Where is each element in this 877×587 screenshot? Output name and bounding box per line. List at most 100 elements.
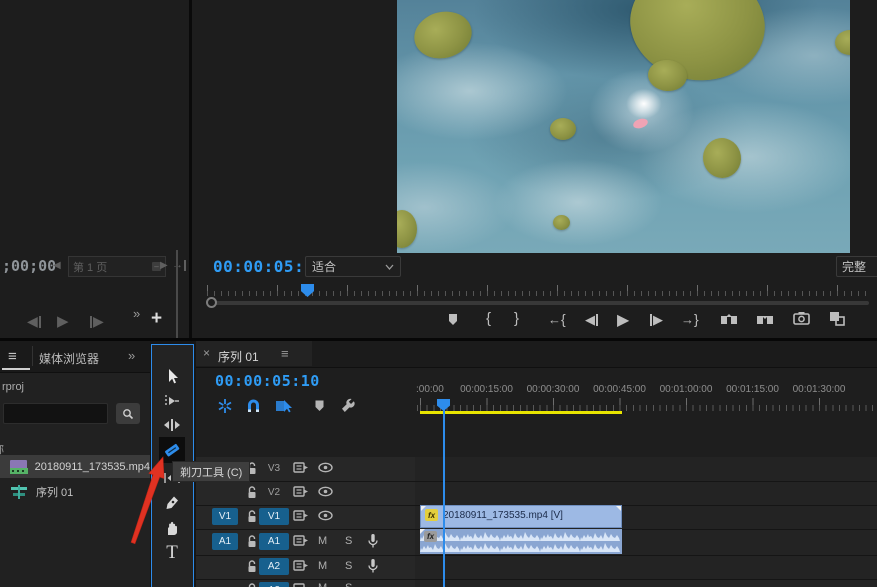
mute-button-a2[interactable]: M <box>318 560 327 572</box>
track-output-v2[interactable] <box>318 486 333 497</box>
playback-resolution-select[interactable]: 完整 <box>836 256 877 277</box>
voiceover-record-a1[interactable] <box>367 533 379 549</box>
zoom-level-select[interactable]: 适合 <box>305 256 401 277</box>
page-next-button[interactable]: ▶ <box>160 260 168 271</box>
lift-button[interactable] <box>720 312 738 326</box>
track-target-a2[interactable]: A2 <box>259 558 289 575</box>
nest-sequences-toggle[interactable] <box>217 398 233 414</box>
tab-panel-menu-icon[interactable]: ≡ <box>281 346 289 361</box>
source-panel-scrollbar[interactable] <box>176 250 178 338</box>
track-select-forward-tool-button[interactable] <box>159 389 185 413</box>
timeline-ruler[interactable]: :00:00 00:00:15:00 00:00:30:00 00:00:45:… <box>415 384 877 411</box>
go-to-in-button[interactable]: ←{ <box>548 311 566 327</box>
solo-button-a3[interactable]: S <box>345 582 352 587</box>
work-area-bar[interactable] <box>420 411 622 414</box>
timeline-timecode[interactable]: 00:00:05:10 <box>215 372 320 390</box>
track-target-a1[interactable]: A1 <box>259 533 289 550</box>
panel-overflow-chevron[interactable]: » <box>128 348 135 363</box>
program-video-preview[interactable] <box>397 0 850 253</box>
project-panel-menu-icon[interactable]: ≡ <box>8 348 17 365</box>
extract-button[interactable] <box>756 312 774 326</box>
step-back-button[interactable]: ◀ <box>585 312 598 328</box>
source-step-forward-button[interactable]: ▶ <box>90 313 104 330</box>
sync-lock-v3[interactable] <box>293 461 309 474</box>
timeline-playhead-line[interactable] <box>443 408 445 587</box>
source-patch-v1[interactable]: V1 <box>212 508 238 525</box>
source-timecode[interactable]: ;00;00 <box>2 257 56 275</box>
search-input[interactable] <box>3 403 108 424</box>
search-folder-button[interactable] <box>116 403 140 424</box>
ruler-label: :00:00 <box>416 384 444 395</box>
linked-selection-toggle[interactable] <box>275 398 292 414</box>
microphone-icon <box>367 533 379 549</box>
pink-petal <box>632 117 649 130</box>
track-target-v3[interactable]: V3 <box>259 460 289 477</box>
ripple-edit-icon <box>163 418 181 432</box>
sync-lock-v1[interactable] <box>293 509 309 522</box>
tab-sequence-label[interactable]: 序列 01 <box>218 348 259 365</box>
comparison-view-icon <box>828 310 846 326</box>
ruler-label: 00:00:30:00 <box>527 384 580 395</box>
source-more-buttons-chevron[interactable]: » <box>133 306 140 321</box>
go-to-out-button[interactable]: →} <box>681 311 699 327</box>
track-lock-a1[interactable] <box>246 534 258 549</box>
clip-fade-handle[interactable] <box>616 506 621 511</box>
timeline-settings-button[interactable] <box>340 398 356 414</box>
source-step-back-button[interactable]: ◀ <box>27 313 41 330</box>
fx-badge[interactable]: fx <box>424 531 437 542</box>
sync-lock-v2[interactable] <box>293 485 309 498</box>
mark-in-button[interactable]: { <box>486 310 491 327</box>
sync-lock-a1[interactable] <box>293 534 309 547</box>
audio-clip-a1[interactable]: fx <box>420 529 622 554</box>
track-lock-v2[interactable] <box>246 485 258 500</box>
mark-out-button[interactable]: } <box>514 310 519 327</box>
source-patch-a1[interactable]: A1 <box>212 533 238 550</box>
source-add-button[interactable]: + <box>151 308 162 330</box>
mute-button-a1[interactable]: M <box>318 535 327 547</box>
sync-lock-a2[interactable] <box>293 559 309 572</box>
video-clip-v1[interactable]: fx 20180911_173535.mp4 [V] <box>420 505 622 528</box>
tab-close-icon[interactable]: × <box>203 346 210 360</box>
go-to-end-icon[interactable]: → <box>172 259 186 271</box>
solo-button-a2[interactable]: S <box>345 560 352 572</box>
source-play-button[interactable]: ▶ <box>57 312 69 330</box>
list-item-label: 序列 01 <box>36 484 73 500</box>
selection-tool-button[interactable] <box>159 364 185 388</box>
step-forward-button[interactable]: ▶ <box>650 312 663 328</box>
ruler-ticks <box>415 398 877 411</box>
track-lock-a2[interactable] <box>246 559 258 574</box>
annotation-arrow <box>110 435 185 560</box>
track-target-a3[interactable]: A3 <box>259 582 289 587</box>
fx-badge[interactable]: fx <box>425 509 438 521</box>
ruler-label: 00:00:15:00 <box>460 384 513 395</box>
voiceover-record-a2[interactable] <box>367 558 379 574</box>
camera-icon <box>793 311 810 325</box>
page-prev-button[interactable]: ◀ <box>53 260 61 271</box>
track-lock-v1[interactable] <box>246 509 258 524</box>
track-output-v1[interactable] <box>318 510 333 521</box>
track-lock-a3[interactable] <box>246 582 258 587</box>
sync-lock-icon <box>293 582 309 587</box>
mute-button-a3[interactable]: M <box>318 582 327 587</box>
lily-pad <box>623 0 772 89</box>
source-media-panel <box>0 0 189 338</box>
play-button[interactable]: ▶ <box>617 310 629 330</box>
marker-icon <box>446 312 460 327</box>
track-output-v3[interactable] <box>318 462 333 473</box>
add-marker-button[interactable] <box>446 312 460 327</box>
timeline-add-marker-button[interactable] <box>313 399 326 413</box>
snap-toggle[interactable] <box>246 398 261 414</box>
track-target-v2[interactable]: V2 <box>259 484 289 501</box>
page-select[interactable]: 第 1 页 – <box>68 256 166 277</box>
tab-media-browser[interactable]: 媒体浏览器 <box>39 350 99 367</box>
ripple-edit-tool-button[interactable] <box>159 413 185 437</box>
program-zoom-scrollbar[interactable] <box>207 301 869 305</box>
export-frame-button[interactable] <box>793 311 810 325</box>
comparison-view-button[interactable] <box>828 310 846 326</box>
premiere-pro-window: ;00;00 ◀ 第 1 页 – ▶ → ◀ ▶ ▶ » + 00:00:05:… <box>0 0 877 587</box>
track-target-v1[interactable]: V1 <box>259 508 289 525</box>
solo-button-a1[interactable]: S <box>345 535 352 547</box>
lock-open-icon <box>246 509 258 524</box>
sync-lock-a3[interactable] <box>293 582 309 587</box>
program-zoom-handle[interactable] <box>206 297 217 308</box>
